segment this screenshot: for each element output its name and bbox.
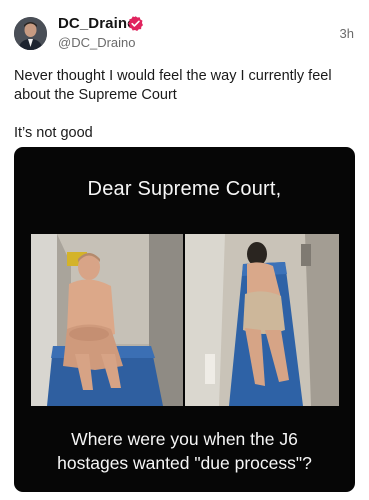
media-caption-bottom-line: Where were you when the J6	[71, 429, 298, 449]
avatar[interactable]	[14, 17, 47, 50]
author-display-name[interactable]: DC_Draino	[58, 15, 136, 32]
post-text-line: It’s not good	[14, 125, 93, 141]
media-photo-right	[185, 234, 339, 406]
post-text-line: Never thought I would feel the way I cur…	[14, 68, 332, 103]
post-media-image[interactable]: Dear Supreme Court, Where were you when …	[14, 147, 355, 492]
post-card[interactable]: DC_Draino @DC_Draino 3h Never thought I …	[0, 0, 369, 500]
author-handle[interactable]: @DC_Draino	[58, 35, 136, 50]
verified-badge-icon	[128, 16, 144, 32]
media-caption-top: Dear Supreme Court,	[87, 178, 282, 200]
media-caption-bottom: Where were you when the J6 hostages want…	[14, 427, 355, 475]
post-timestamp[interactable]: 3h	[340, 26, 354, 41]
post-text: Never thought I would feel the way I cur…	[14, 67, 359, 143]
media-photo-left	[31, 234, 183, 406]
media-caption-bottom-line: hostages wanted "due process"?	[57, 453, 312, 473]
